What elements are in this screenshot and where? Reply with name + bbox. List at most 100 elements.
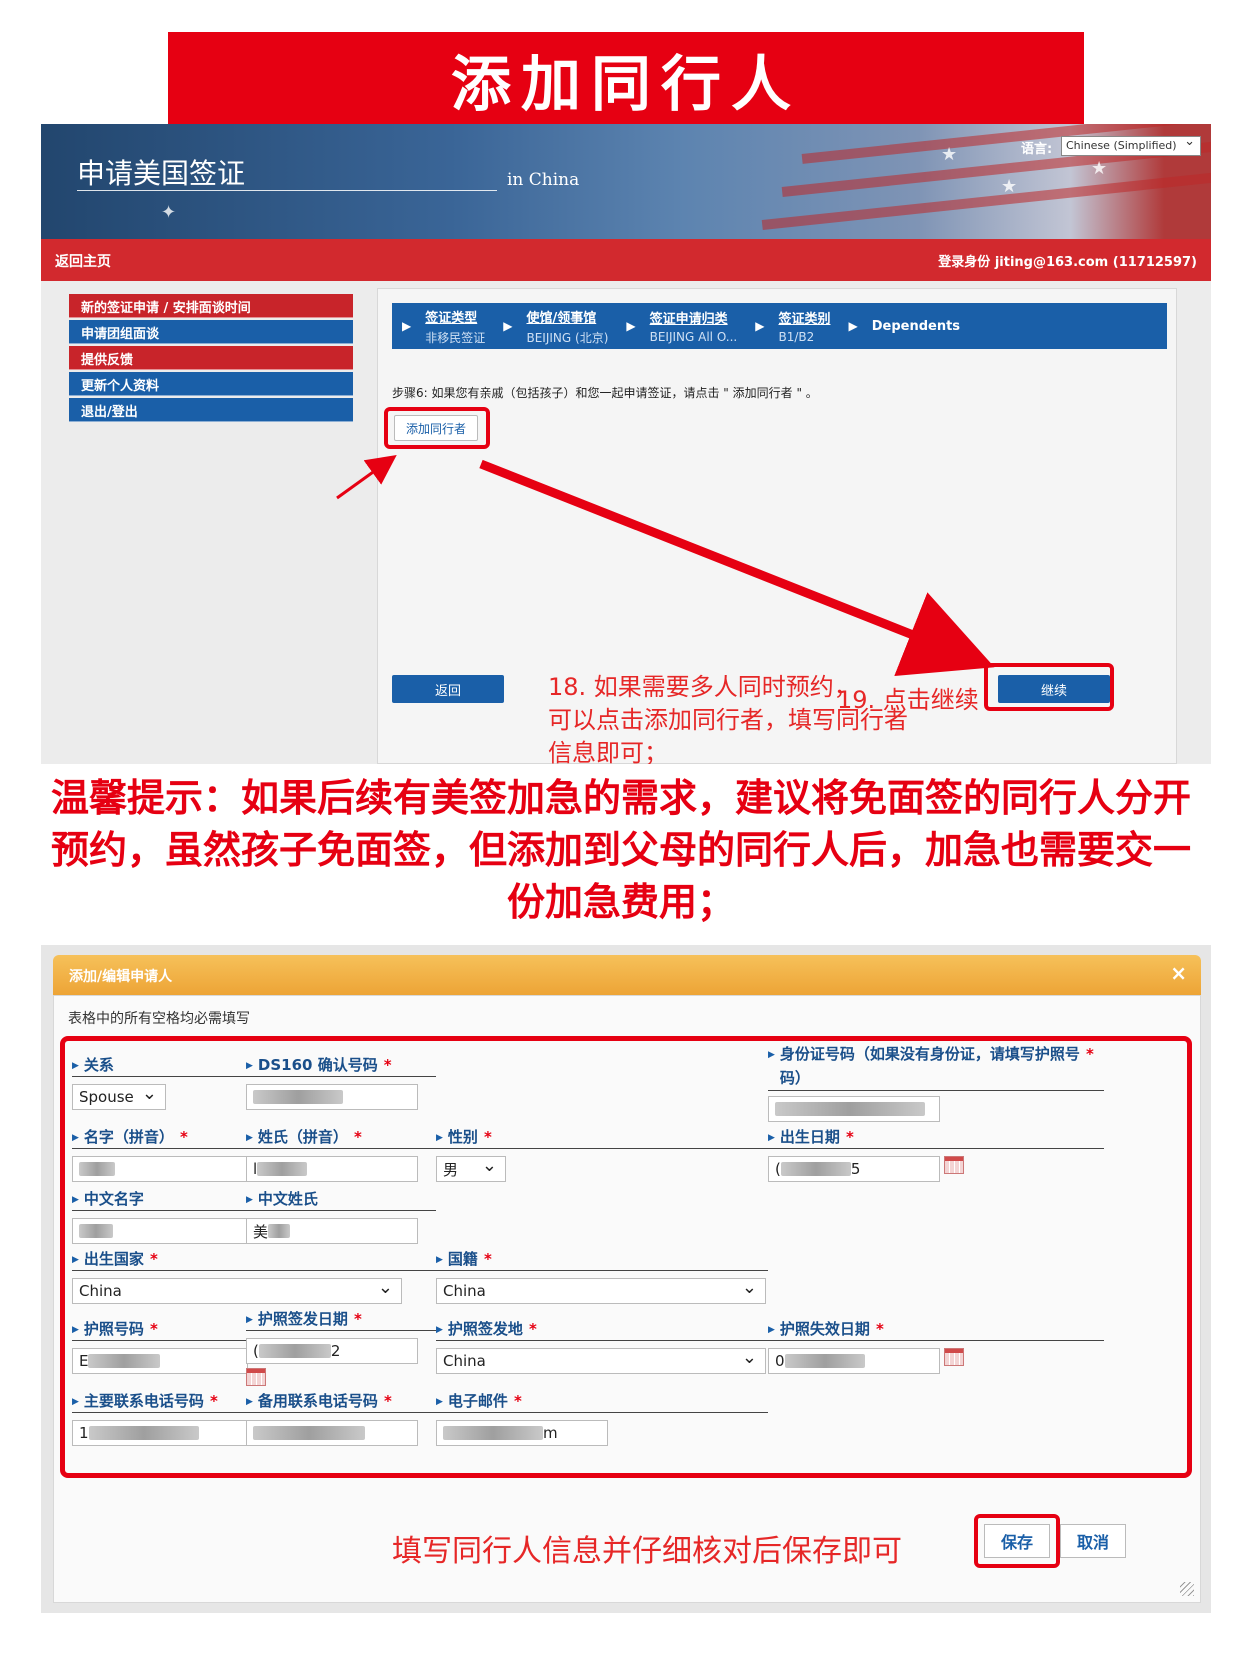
- field-divider: [72, 1076, 250, 1077]
- field-label-relationship: 关系: [72, 1054, 114, 1075]
- calendar-icon[interactable]: [944, 1348, 964, 1366]
- annotation-fill-note: 填写同行人信息并仔细核对后保存即可: [392, 1534, 902, 1569]
- field-divider: [768, 1090, 1104, 1091]
- field-label-passport-issue-place: 护照签发地*: [436, 1318, 537, 1339]
- field-label-primary-phone: 主要联系电话号码*: [72, 1390, 218, 1411]
- masked-value: [253, 1090, 343, 1104]
- field-divider: [246, 1330, 436, 1331]
- relationship-value: Spouse: [79, 1088, 134, 1106]
- passport-expiry-input[interactable]: 0: [768, 1348, 940, 1374]
- masked-value: [258, 1344, 331, 1358]
- field-divider: [768, 1148, 1104, 1149]
- field-label-email: 电子邮件*: [436, 1390, 522, 1411]
- field-label-alt-phone: 备用联系电话号码*: [246, 1390, 392, 1411]
- issue-place-value: China: [443, 1352, 486, 1370]
- field-divider: [246, 1148, 436, 1149]
- dob-input[interactable]: (5: [768, 1156, 940, 1182]
- field-divider: [72, 1340, 248, 1341]
- email-suffix: m: [543, 1424, 558, 1442]
- expiry-prefix: 0: [775, 1352, 785, 1370]
- masked-value: [79, 1162, 115, 1176]
- field-label-surname: 姓氏（拼音）*: [246, 1126, 362, 1147]
- alt-phone-input[interactable]: [246, 1420, 418, 1446]
- nationality-select[interactable]: China: [436, 1277, 766, 1304]
- annotation-19: 19. 点击继续: [837, 686, 979, 714]
- field-label-cn-surname: 中文姓氏: [246, 1188, 318, 1209]
- given-name-input[interactable]: [72, 1156, 248, 1182]
- field-label-passport-number: 护照号码*: [72, 1318, 158, 1339]
- id-number-input[interactable]: [768, 1096, 940, 1122]
- field-label-given-name: 名字（拼音）*: [72, 1126, 188, 1147]
- field-divider: [246, 1076, 436, 1077]
- masked-value: [88, 1426, 199, 1440]
- field-divider: [246, 1412, 436, 1413]
- calendar-icon[interactable]: [944, 1156, 964, 1174]
- banner-title: 添加同行人: [451, 49, 801, 120]
- masked-value: [443, 1426, 543, 1440]
- email-input[interactable]: m: [436, 1420, 608, 1446]
- required-note: 表格中的所有空格均必需填写: [68, 1011, 250, 1027]
- field-divider: [436, 1270, 768, 1271]
- passport-number-input[interactable]: E: [72, 1348, 248, 1374]
- dob-suffix: 5: [850, 1160, 861, 1178]
- issue-date-suffix: 2: [330, 1342, 341, 1360]
- applicant-dialog-screenshot: 添加/编辑申请人 × 表格中的所有空格均必需填写 关系 Spouse DS160…: [41, 945, 1211, 1613]
- arrow-to-continue: [479, 459, 995, 676]
- field-label-ds160: DS160 确认号码*: [246, 1054, 392, 1075]
- masked-value: [268, 1224, 291, 1238]
- cn-surname-input[interactable]: 美: [246, 1218, 418, 1244]
- field-label-gender: 性别*: [436, 1126, 492, 1147]
- field-divider: [436, 1340, 768, 1341]
- nationality-value: China: [443, 1282, 486, 1300]
- masked-value: [88, 1354, 161, 1368]
- annotation-arrows: [336, 454, 995, 676]
- field-divider: [72, 1148, 248, 1149]
- relationship-select[interactable]: Spouse: [72, 1083, 166, 1110]
- cn-given-name-input[interactable]: [72, 1218, 248, 1244]
- passport-issue-place-select[interactable]: China: [436, 1347, 766, 1374]
- calendar-icon[interactable]: [246, 1368, 266, 1386]
- primary-phone-input[interactable]: 1: [72, 1420, 248, 1446]
- field-divider: [436, 1148, 768, 1149]
- gender-select[interactable]: 男: [436, 1155, 506, 1182]
- passport-number-prefix: E: [79, 1352, 89, 1370]
- cancel-button[interactable]: 取消: [1060, 1524, 1126, 1558]
- field-divider: [72, 1270, 436, 1271]
- dialog-title: 添加/编辑申请人: [69, 969, 173, 985]
- field-label-nationality: 国籍*: [436, 1248, 492, 1269]
- gender-value: 男: [443, 1160, 459, 1179]
- masked-value: [784, 1354, 865, 1368]
- birth-country-select[interactable]: China: [72, 1277, 402, 1304]
- masked-value: [780, 1162, 851, 1176]
- field-label-passport-expiry: 护照失效日期*: [768, 1318, 884, 1339]
- masked-value: [253, 1426, 365, 1440]
- warm-tip: 温馨提示：如果后续有美签加急的需求，建议将免面签的同行人分开预约，虽然孩子免面签…: [50, 776, 1191, 924]
- field-divider: [72, 1210, 248, 1211]
- field-label-passport-issue-date: 护照签发日期*: [246, 1308, 362, 1329]
- field-label-id-number: 身份证号码（如果没有身份证，请填写护照号 码）*: [768, 1042, 1094, 1090]
- dialog-title-bar: 添加/编辑申请人 ×: [53, 955, 1201, 995]
- field-divider: [72, 1412, 248, 1413]
- field-divider: [436, 1412, 768, 1413]
- issue-date-prefix: (: [253, 1342, 259, 1360]
- top-title-banner: 添加同行人: [168, 32, 1084, 126]
- resize-grip[interactable]: [1180, 1582, 1194, 1596]
- field-label-birth-country: 出生国家*: [72, 1248, 158, 1269]
- masked-value: [775, 1102, 925, 1116]
- field-divider: [246, 1210, 436, 1211]
- field-label-dob: 出生日期*: [768, 1126, 854, 1147]
- visa-site-screenshot: ★ ★ ★ ✦ 申请美国签证 in China 语言: Chinese (Sim…: [41, 124, 1211, 764]
- ds160-input[interactable]: [246, 1084, 418, 1110]
- close-icon[interactable]: ×: [1170, 961, 1187, 985]
- arrow-to-add-companion: [336, 454, 397, 500]
- highlight-box: [974, 1514, 1060, 1568]
- primary-phone-prefix: 1: [79, 1424, 89, 1442]
- dialog-body: 表格中的所有空格均必需填写 关系 Spouse DS160 确认号码* 身份证号…: [53, 995, 1201, 1603]
- surname-input[interactable]: l: [246, 1156, 418, 1182]
- birth-country-value: China: [79, 1282, 122, 1300]
- masked-value: [79, 1224, 113, 1238]
- field-divider: [768, 1340, 1104, 1341]
- field-label-cn-given-name: 中文名字: [72, 1188, 144, 1209]
- passport-issue-date-input[interactable]: (2: [246, 1338, 418, 1364]
- masked-value: [257, 1162, 308, 1176]
